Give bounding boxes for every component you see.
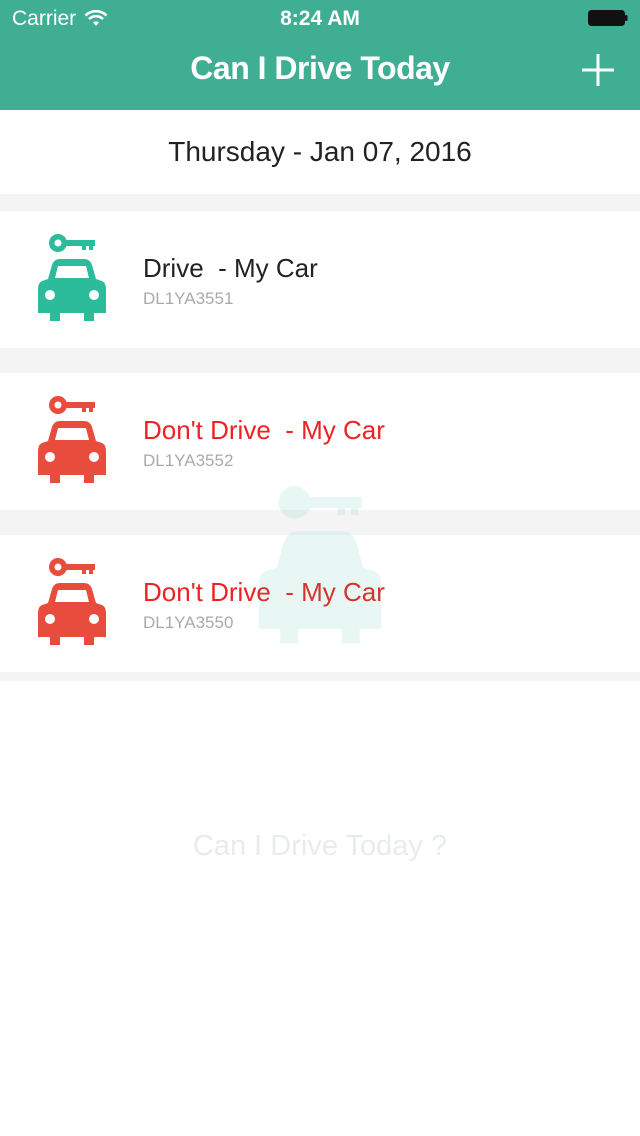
footer-tagline: Can I Drive Today ? (192, 830, 448, 862)
car-key-icon (38, 234, 106, 321)
car-plate: DL1YA3551 (143, 289, 234, 308)
car-key-icon (38, 558, 106, 645)
list-separator (0, 348, 640, 373)
car-name: - My Car (270, 577, 385, 607)
car-row-2[interactable]: Don't Drive - My Car DL1YA3552 (0, 373, 640, 510)
status-bar: Carrier 8:24 AM (0, 0, 640, 40)
current-date: Thursday - Jan 07, 2016 (168, 136, 472, 167)
car-status: Don't Drive (143, 415, 271, 445)
car-title: Don't Drive - My Car (143, 415, 385, 446)
app-screen: Carrier 8:24 AM Can I Drive Today Thursd… (0, 0, 640, 1136)
car-title: Don't Drive - My Car (143, 577, 385, 608)
car-name: - My Car (270, 415, 385, 445)
car-title: Drive - My Car (143, 253, 318, 284)
plus-icon (582, 54, 614, 86)
car-status: Don't Drive (143, 577, 271, 607)
car-name: - My Car (203, 253, 318, 283)
battery-icon (588, 10, 628, 26)
car-row-1[interactable]: Drive - My Car DL1YA3551 (0, 211, 640, 348)
date-header: Thursday - Jan 07, 2016 (0, 110, 640, 194)
status-time: 8:24 AM (280, 7, 360, 30)
car-list: Drive - My Car DL1YA3551 Don't Drive - M… (0, 194, 640, 681)
nav-header: Carrier 8:24 AM Can I Drive Today (0, 0, 640, 110)
list-separator (0, 194, 640, 211)
add-car-button[interactable] (580, 52, 616, 88)
car-status: Drive (143, 253, 204, 283)
list-separator (0, 510, 640, 535)
car-plate: DL1YA3550 (143, 613, 234, 632)
app-title: Can I Drive Today (190, 50, 450, 86)
car-plate: DL1YA3552 (143, 451, 234, 470)
list-separator (0, 672, 640, 681)
car-row-3[interactable]: Don't Drive - My Car DL1YA3550 (0, 535, 640, 672)
car-key-icon (38, 396, 106, 483)
